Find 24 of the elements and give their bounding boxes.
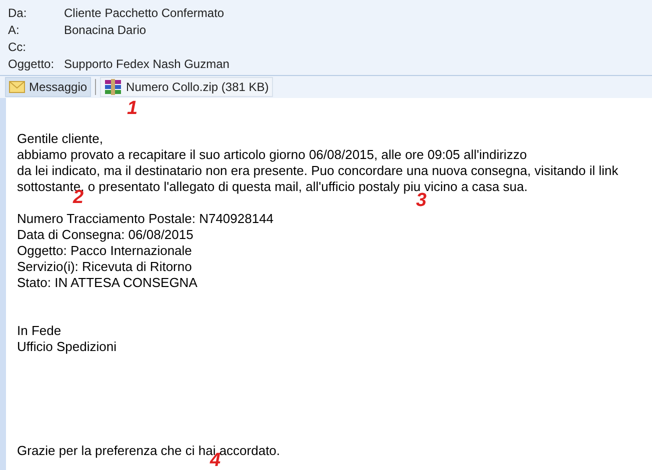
body-text: abbiamo provato a recapitare il suo articolo giorno 06/08/2015, alle ore 09:05 all'indirizzo [17, 147, 527, 163]
annotation-number: 3 [416, 191, 427, 210]
body-text: Oggetto: Pacco Internazionale [17, 243, 192, 259]
annotation-number: 2 [73, 188, 84, 207]
header-label: Cc: [8, 38, 27, 56]
body-text: Ufficio Spedizioni [17, 339, 116, 355]
header-value: Cliente Pacchetto Confermato [64, 4, 224, 22]
header-value: Supporto Fedex Nash Guzman [64, 56, 230, 72]
body-text: Data di Consegna: 06/08/2015 [17, 227, 194, 243]
attachment-tab[interactable]: Numero Collo.zip (381 KB) [100, 77, 273, 97]
header-value: Bonacina Dario [64, 22, 146, 38]
header-label: Oggetto: [8, 56, 56, 72]
body-text: Numero Tracciamento Postale: N740928144 [17, 211, 274, 227]
header-label: Da: [8, 4, 28, 22]
body-text: Gentile cliente, [17, 131, 103, 147]
annotation-number: 1 [127, 99, 138, 118]
body-text: Servizio(i): Ricevuta di Ritorno [17, 259, 192, 275]
body-text: da lei indicato, ma il destinatario non era presente. Puo concordare una nuova consegna, visitando il link [17, 163, 618, 179]
header-label: A: [8, 22, 20, 38]
body-text: Stato: IN ATTESA CONSEGNA [17, 275, 198, 291]
attachment-tab[interactable]: Messaggio [5, 77, 92, 97]
body-text: In Fede [17, 323, 62, 339]
envelope-icon [9, 81, 25, 93]
archive-icon [104, 79, 122, 95]
